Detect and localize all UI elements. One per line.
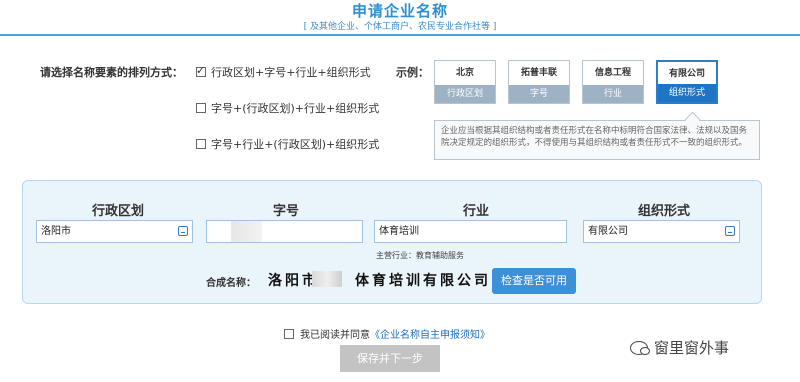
orgform-input[interactable]: 有限公司 [583,220,740,243]
arrangement-option-2[interactable]: 字号+(行政区划)+行业+组织形式 [196,100,379,116]
checkbox[interactable] [196,103,206,113]
combined-name-label: 合成名称： [206,278,256,289]
page-subtitle: [ 及其他企业、个体工商户、农民专业合作社等 ] [303,22,497,32]
header-divider [0,34,800,36]
example-caption: 行政区划 [435,85,495,103]
tradename-input[interactable] [206,220,363,243]
industry-value: 体育培训 [379,226,419,237]
region-value: 洛阳市 [41,226,71,237]
industry-hint: 主营行业：教育辅助服务 [376,251,464,260]
example-card-region[interactable]: 北京 行政区划 [434,60,496,104]
example-caption: 字号 [509,85,569,103]
example-word: 信息工程 [594,68,631,78]
watermark: 窗里窗外事 [630,337,729,358]
org-form-note: 企业应当根据其组织结构或者责任形式在名称中标明符合国家法律、法规以及国务院决定规… [434,120,760,160]
example-card-tradename[interactable]: 拓普丰联 字号 [508,60,570,104]
option-label: 字号+行业+(行政区划)+组织形式 [211,138,380,151]
option-label: 行政区划+字号+行业+组织形式 [211,66,371,79]
example-word: 有限公司 [668,69,705,79]
option-label: 字号+(行政区划)+行业+组织形式 [211,102,380,115]
examples-label: 示例： [396,66,429,79]
page-title: 申请企业名称 [351,2,448,20]
agreement-prefix: 我已阅读并同意 [300,330,370,341]
example-card-industry[interactable]: 信息工程 行业 [582,60,644,104]
page-header: 申请企业名称 [ 及其他企业、个体工商户、农民专业合作社等 ] [0,0,800,36]
example-caption: 行业 [583,85,643,103]
industry-input[interactable]: 体育培训 [374,220,567,243]
save-next-button[interactable]: 保存并下一步 [340,345,440,372]
column-header-tradename: 字号 [272,204,299,219]
agreement-row[interactable]: 我已阅读并同意 《企业名称自主申报须知》 [284,326,490,341]
agreement-link[interactable]: 《企业名称自主申报须知》 [370,326,490,341]
checkbox-checked[interactable] [196,64,206,77]
example-word: 拓普丰联 [520,68,557,78]
check-availability-button[interactable]: 检查是否可用 [492,268,576,294]
column-header-industry: 行业 [462,204,489,219]
checkbox[interactable] [196,139,206,149]
combined-name-value: 洛阳市 体育培训有限公司 [268,270,491,290]
agreement-checkbox[interactable] [284,328,294,339]
example-card-orgform[interactable]: 有限公司 组织形式 [656,60,718,104]
orgform-value: 有限公司 [588,226,628,237]
edit-icon[interactable] [725,226,735,236]
redacted-block [312,271,342,287]
edit-icon[interactable] [178,226,188,236]
arrangement-prompt: 请选择名称要素的排列方式： [40,66,183,79]
region-input[interactable]: 洛阳市 [36,220,193,243]
wechat-icon [630,340,650,355]
example-caption: 组织形式 [658,84,716,102]
arrangement-option-3[interactable]: 字号+行业+(行政区划)+组织形式 [196,136,379,152]
watermark-text: 窗里窗外事 [654,339,730,357]
column-header-orgform: 组织形式 [637,204,690,219]
example-word: 北京 [455,68,474,78]
arrangement-option-1[interactable]: 行政区划+字号+行业+组织形式 [196,64,371,80]
column-header-region: 行政区划 [91,204,144,219]
combined-name-right: 体育培训有限公司 [355,273,491,289]
